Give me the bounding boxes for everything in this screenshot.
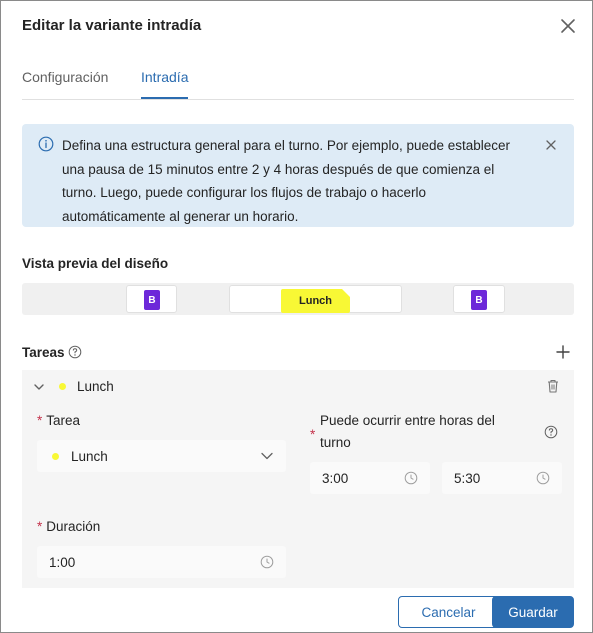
tarea-select[interactable]: Lunch [37, 440, 286, 472]
clock-icon [260, 555, 274, 569]
info-banner: Defina una estructura general para el tu… [22, 124, 574, 227]
trash-icon[interactable] [545, 378, 561, 394]
task-panel: Lunch * Tarea Lunch * Puede ocurrir entre … [22, 370, 574, 588]
window-end-input[interactable]: 5:30 [442, 462, 562, 494]
banner-text: Defina una estructura general para el tu… [62, 138, 511, 224]
tasks-heading: Tareas [22, 345, 65, 360]
break-badge: B [144, 290, 160, 310]
window-start-input[interactable]: 3:00 [310, 462, 430, 494]
chevron-down-icon [261, 452, 273, 460]
layout-preview: B Lunch B [22, 283, 574, 315]
info-icon [38, 136, 54, 152]
help-icon[interactable] [544, 425, 558, 439]
required-asterisk: * [310, 427, 316, 442]
tasks-header: Tareas [22, 343, 574, 363]
preview-slot-lunch: Lunch [229, 285, 402, 313]
window-end-value: 5:30 [454, 470, 481, 486]
clock-icon [404, 471, 418, 485]
chevron-down-icon[interactable] [32, 380, 46, 394]
dismiss-banner-button[interactable] [544, 138, 558, 152]
tab-intradia[interactable]: Intradía [141, 69, 188, 85]
cancel-button[interactable]: Cancelar [398, 596, 499, 628]
window-field-label: * Puede ocurrir entre horas del turno [310, 413, 495, 450]
lunch-block-label: Lunch [299, 295, 332, 307]
close-icon [546, 140, 556, 150]
close-dialog-button[interactable] [557, 15, 579, 37]
duration-field-label: * Duración [37, 519, 101, 534]
tarea-field-label: * Tarea [37, 413, 81, 428]
preview-heading: Vista previa del diseño [22, 256, 169, 271]
preview-slot-break-2: B [453, 285, 505, 313]
edit-variant-dialog: Editar la variante intradía Configuració… [0, 0, 593, 633]
preview-slot-break-1: B [126, 285, 177, 313]
required-asterisk: * [37, 519, 43, 534]
window-start-value: 3:00 [322, 470, 349, 486]
task-name: Lunch [77, 379, 114, 394]
required-asterisk: * [37, 413, 43, 428]
tab-bar: Configuración Intradía [22, 63, 574, 100]
lunch-color-dot [59, 383, 66, 390]
dialog-title: Editar la variante intradía [22, 17, 202, 34]
tarea-select-value: Lunch [71, 448, 108, 464]
fold-corner [342, 289, 350, 297]
close-icon [561, 19, 575, 33]
lunch-block: Lunch [281, 289, 350, 313]
help-icon[interactable] [68, 345, 82, 359]
save-button[interactable]: Guardar [492, 596, 574, 628]
break-badge: B [471, 290, 487, 310]
active-tab-indicator [141, 97, 188, 99]
add-task-icon[interactable] [555, 344, 571, 360]
clock-icon [536, 471, 550, 485]
tab-configuracion[interactable]: Configuración [22, 69, 108, 85]
duration-input[interactable]: 1:00 [37, 546, 286, 578]
lunch-color-dot [52, 453, 59, 460]
duration-value: 1:00 [49, 554, 76, 570]
